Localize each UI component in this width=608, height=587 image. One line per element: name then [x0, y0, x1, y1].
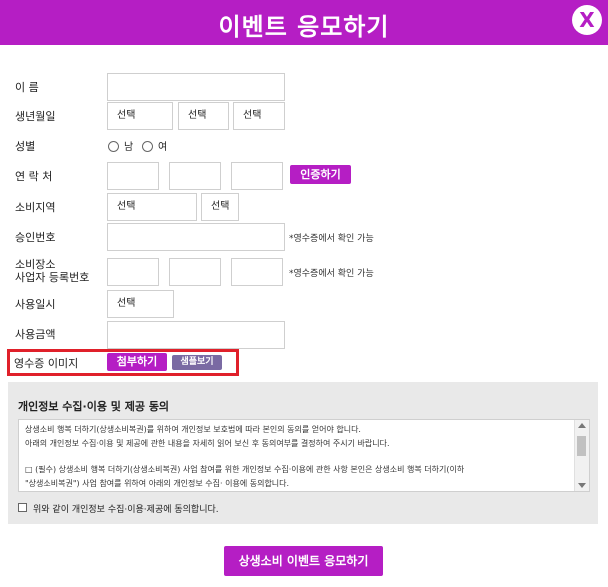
phone-part2-input[interactable]: [169, 162, 221, 190]
phone-part3-input[interactable]: [231, 162, 283, 190]
store-label-line2: 사업자 등록번호: [15, 271, 90, 284]
privacy-agree-label: 위와 같이 개인정보 수집·이용·제공에 동의합니다.: [33, 505, 219, 515]
amount-input[interactable]: [107, 321, 285, 349]
approval-note: *영수증에서 확인 가능: [289, 234, 374, 244]
sample-view-button[interactable]: 샘플보기: [172, 355, 222, 370]
page-title: 이벤트 응모하기: [218, 13, 390, 41]
gender-female-radio[interactable]: [142, 141, 153, 152]
business-number-part1-input[interactable]: [107, 258, 159, 286]
gender-label: 성별: [15, 140, 36, 153]
approval-number-input[interactable]: [107, 223, 285, 251]
privacy-title: 개인정보 수집·이용 및 제공 동의: [18, 400, 170, 413]
phone-part1-input[interactable]: [107, 162, 159, 190]
birth-day-select[interactable]: 선택: [233, 102, 285, 130]
use-date-select[interactable]: 선택: [107, 290, 174, 318]
privacy-scrollbar[interactable]: [574, 420, 589, 491]
business-number-part3-input[interactable]: [231, 258, 283, 286]
receipt-image-label: 영수증 이미지: [14, 357, 79, 370]
gender-male-label: 남: [124, 142, 134, 153]
region-city-select[interactable]: 선택: [107, 193, 197, 221]
verify-button[interactable]: 인증하기: [290, 165, 351, 184]
privacy-line: 아래의 개인정보 수집·이용 및 제공에 관한 내용을 자세히 읽어 보신 후 …: [25, 439, 390, 448]
birth-year-select[interactable]: 선택: [107, 102, 173, 130]
birth-month-select[interactable]: 선택: [178, 102, 229, 130]
submit-button[interactable]: 상생소비 이벤트 응모하기: [224, 546, 383, 576]
privacy-line: 상생소비 행복 더하기(상생소비복권)를 위하여 개인정보 보호법에 따라 본인…: [25, 425, 361, 434]
gender-male-radio[interactable]: [108, 141, 119, 152]
privacy-section: 개인정보 수집·이용 및 제공 동의 상생소비 행복 더하기(상생소비복권)를 …: [8, 382, 598, 524]
business-number-part2-input[interactable]: [169, 258, 221, 286]
approval-label: 승인번호: [15, 231, 56, 244]
scroll-thumb[interactable]: [577, 436, 586, 456]
privacy-textarea[interactable]: 상생소비 행복 더하기(상생소비복권)를 위하여 개인정보 보호법에 따라 본인…: [18, 419, 590, 492]
close-button[interactable]: X: [572, 5, 602, 35]
business-number-note: *영수증에서 확인 가능: [289, 269, 374, 279]
scroll-down-icon[interactable]: [578, 483, 586, 488]
name-input[interactable]: [107, 73, 285, 101]
gender-female-label: 여: [158, 142, 168, 153]
store-label-line1: 소비장소: [15, 258, 56, 271]
region-label: 소비지역: [15, 201, 56, 214]
name-label: 이 름: [15, 81, 39, 94]
header-bar: 이벤트 응모하기 X: [0, 0, 608, 45]
privacy-agree-checkbox[interactable]: [18, 503, 27, 512]
region-district-select[interactable]: 선택: [201, 193, 239, 221]
privacy-line: "상생소비복권") 사업 참여를 위하여 아래의 개인정보 수집· 이용에 동의…: [25, 479, 290, 488]
scroll-up-icon[interactable]: [578, 423, 586, 428]
use-date-label: 사용일시: [15, 298, 56, 311]
amount-label: 사용금액: [15, 328, 56, 341]
privacy-line: □ (필수) 상생소비 행복 더하기(상생소비복권) 사업 참여를 위한 개인정…: [25, 465, 465, 474]
birth-label: 생년월일: [15, 110, 56, 123]
attach-button[interactable]: 첨부하기: [107, 353, 167, 371]
contact-label: 연 락 처: [15, 170, 53, 183]
